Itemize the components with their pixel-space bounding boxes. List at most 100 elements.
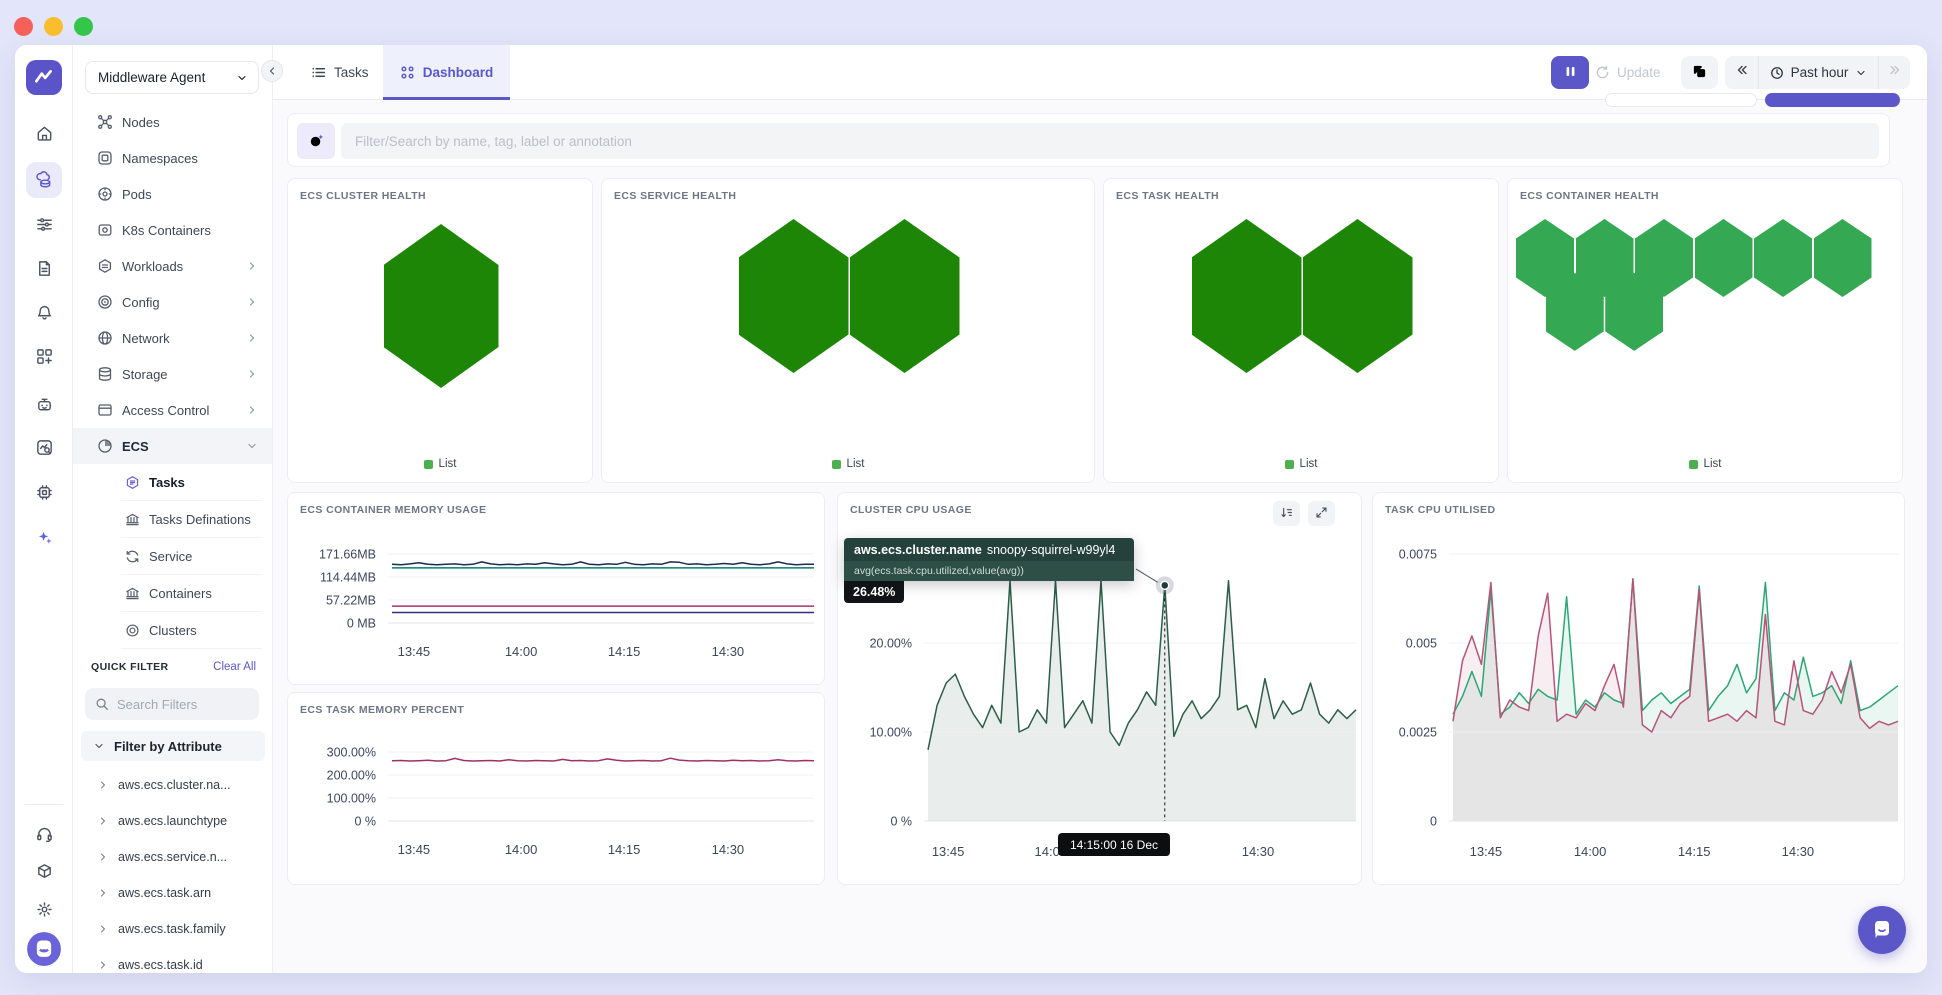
home-icon[interactable] [26,115,62,151]
health-hexagon[interactable] [1814,219,1872,297]
legend-list[interactable]: List [1104,458,1498,470]
sparkle-icon[interactable] [26,519,62,555]
attribute-item[interactable]: aws.ecs.launchtype [73,803,272,839]
svg-text:10.00%: 10.00% [870,726,912,740]
headset-icon[interactable] [26,815,62,851]
attribute-item[interactable]: aws.ecs.task.id [73,947,272,973]
gear-icon[interactable] [26,891,62,927]
icon-rail [15,45,73,973]
zoom-button[interactable] [74,17,93,36]
sidebar-item-network[interactable]: Network [73,320,272,356]
cloud-infra-icon[interactable] [26,162,62,198]
health-card-ecs-container-health: ECS CONTAINER HEALTHList [1507,178,1903,483]
chip-icon[interactable] [26,474,62,510]
legend-list[interactable]: List [602,458,1094,470]
attribute-item[interactable]: aws.ecs.service.n... [73,839,272,875]
health-hexagon[interactable] [384,224,499,388]
task-memory-percent-chart[interactable]: 300.00%200.00%100.00%0 %13:4514:0014:151… [292,718,822,878]
sidebar-item-namespaces[interactable]: Namespaces [73,140,272,176]
health-hexagon[interactable] [1754,219,1812,297]
sidebar-item-access-control[interactable]: Access Control [73,392,272,428]
tab-dashboard[interactable]: Dashboard [383,45,510,100]
time-range-selector[interactable]: Past hour [1759,56,1878,89]
package-icon[interactable] [26,853,62,889]
sidebar-item-nodes[interactable]: Nodes [73,104,272,140]
sidebar-item-pods[interactable]: Pods [73,176,272,212]
network-icon [97,330,113,346]
close-button[interactable] [14,17,33,36]
filter-by-attribute-toggle[interactable]: Filter by Attribute [81,731,265,761]
sidebar-item-config[interactable]: Config [73,284,272,320]
time-forward-button[interactable] [1878,56,1910,89]
sidebar-item-storage[interactable]: Storage [73,356,272,392]
legend-swatch [424,460,433,469]
health-hexagon[interactable] [1303,219,1413,373]
document-icon[interactable] [26,250,62,286]
chevron-right-icon [246,404,258,416]
legend-list[interactable]: List [288,458,592,470]
filter-search-box[interactable] [85,688,259,720]
grid-plus-icon[interactable] [26,338,62,374]
dashboard-filter-input[interactable] [355,134,1865,149]
chart-card-cluster-cpu-usage: CLUSTER CPU USAGE 20.00%10.00%0 %13:4514… [837,492,1362,885]
pause-refresh-button[interactable] [1551,56,1589,89]
sidebar-item-workloads[interactable]: Workloads [73,248,272,284]
update-button[interactable]: Update [1595,56,1661,89]
tooltip-reading-badge: 26.48% [844,581,904,603]
sidebar-item-label: Tasks [149,475,185,490]
sidebar-item-tasks-definations[interactable]: Tasks Definations [73,501,272,538]
filter-group-label: Filter by Attribute [114,739,222,754]
memory-usage-chart[interactable]: 171.66MB114.44MB57.22MB0 MB13:4514:0014:… [292,523,822,678]
svg-text:0.0025: 0.0025 [1399,726,1437,740]
svg-text:0 MB: 0 MB [347,617,376,631]
sidebar-item-label: Access Control [122,403,237,418]
ai-search-icon[interactable] [297,123,335,159]
sidebar-item-service[interactable]: Service [73,538,272,575]
chart-search-icon[interactable] [26,429,62,465]
chat-support-button[interactable] [1858,906,1906,954]
nodes-icon [97,114,113,130]
sidebar-item-k8s-containers[interactable]: K8s Containers [73,212,272,248]
filter-lines-icon[interactable] [26,206,62,242]
sidebar-item-clusters[interactable]: Clusters [73,612,272,649]
workloads-icon [97,258,113,274]
chevron-right-icon [97,815,109,827]
tab-tasks[interactable]: Tasks [295,45,385,100]
clusters-icon [125,623,140,638]
legend-list[interactable]: List [1508,458,1902,470]
sidebar-item-label: ECS [122,439,237,454]
time-back-button[interactable] [1725,56,1759,89]
workspace-selector[interactable]: Middleware Agent [85,61,259,94]
bell-icon[interactable] [26,294,62,330]
filter-input-wrap[interactable] [341,123,1879,159]
health-hexagon[interactable] [1695,219,1753,297]
attribute-item[interactable]: aws.ecs.task.arn [73,875,272,911]
user-avatar[interactable] [27,932,61,966]
sidebar-item-containers[interactable]: Containers [73,575,272,612]
copy-dashboard-button[interactable] [1681,56,1718,89]
chevron-left-icon [266,65,278,77]
sidebar-item-label: Clusters [149,623,197,638]
sidebar-collapse-button[interactable] [261,60,283,82]
sidebar-item-tasks[interactable]: Tasks [73,464,272,501]
task-cpu-chart[interactable]: 0.00750.0050.0025013:4514:0014:1514:30 [1377,506,1906,876]
svg-text:300.00%: 300.00% [327,746,376,760]
health-hexagon[interactable] [1192,219,1302,373]
svg-text:14:30: 14:30 [1242,844,1275,859]
attribute-item[interactable]: aws.ecs.task.family [73,911,272,947]
chart-card-task-cpu-utilised: TASK CPU UTILISED 0.00750.0050.0025013:4… [1372,492,1905,885]
sidebar-item-ecs[interactable]: ECS [73,428,272,464]
middleware-logo-icon[interactable] [26,60,62,95]
robot-icon[interactable] [26,386,62,422]
sidebar-item-label: Tasks Definations [149,512,251,527]
filter-search-input[interactable] [117,697,247,712]
partial-scrolled-button[interactable] [1765,93,1900,107]
minimize-button[interactable] [44,17,63,36]
screenshot-stage: Middleware Agent NodesNamespacesPodsK8s … [0,0,1942,995]
clear-all-link[interactable]: Clear All [213,661,256,673]
health-hexagon[interactable] [739,219,849,373]
svg-text:114.44MB: 114.44MB [320,571,376,585]
health-hexagon[interactable] [850,219,960,373]
update-label: Update [1617,65,1661,80]
attribute-item[interactable]: aws.ecs.cluster.na... [73,767,272,803]
